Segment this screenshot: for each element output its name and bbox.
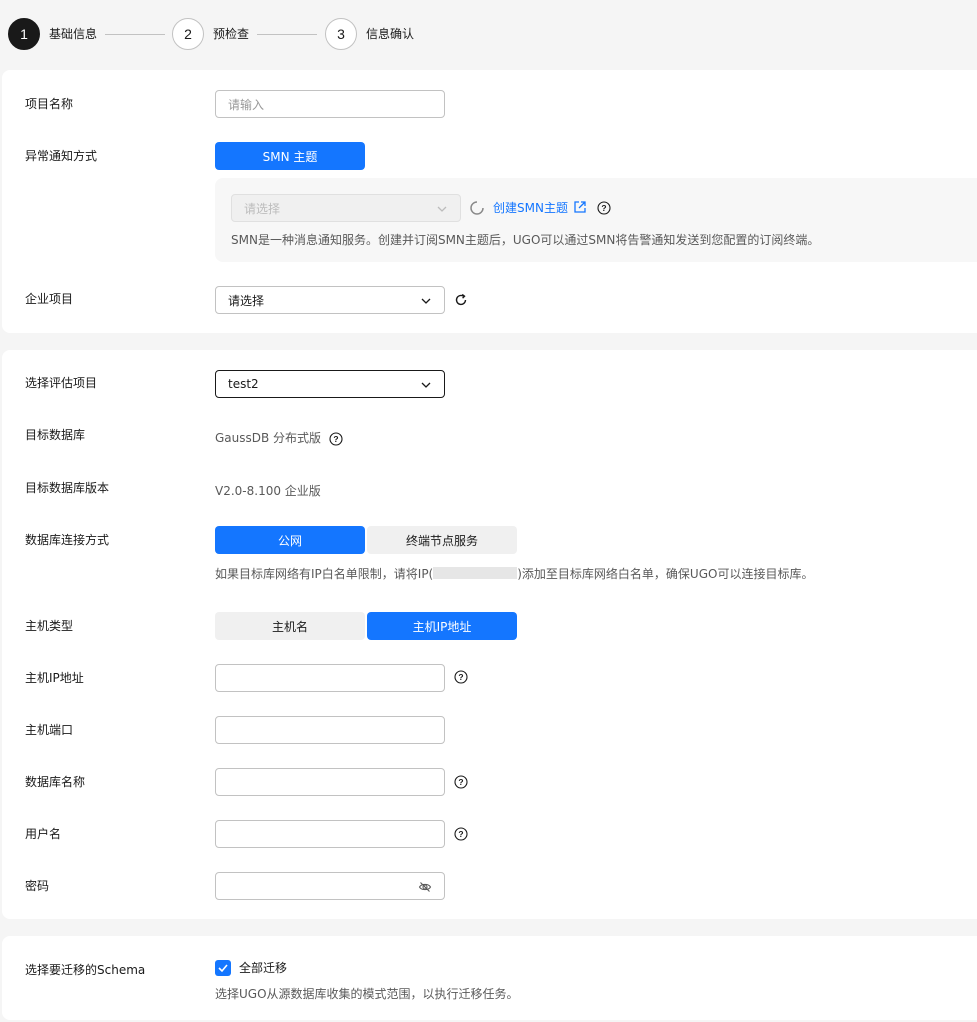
target-db-value: GaussDB 分布式版 (215, 431, 322, 445)
project-name-label: 项目名称 (25, 97, 74, 111)
target-db-version-value: V2.0-8.100 企业版 (215, 484, 321, 498)
refresh-icon[interactable] (454, 293, 468, 307)
host-port-label: 主机端口 (25, 723, 74, 737)
host-port-input[interactable] (215, 716, 445, 744)
help-icon[interactable]: ? (329, 432, 343, 446)
password-label: 密码 (25, 879, 50, 893)
host-ip-button[interactable]: 主机IP地址 (367, 612, 517, 640)
chevron-down-icon (437, 206, 447, 212)
smn-topic-button[interactable]: SMN 主题 (215, 142, 365, 170)
assess-project-label: 选择评估项目 (25, 376, 98, 390)
chevron-down-icon (421, 298, 431, 304)
host-ip-input[interactable] (215, 664, 445, 692)
connection-hint-prefix: 如果目标库网络有IP白名单限制，请将IP( (215, 567, 434, 581)
smn-panel: 请选择 创建SMN主题 ? SMN是一种消息通知服务。创建并订阅SMN主题后，U… (215, 178, 977, 262)
smn-topic-select[interactable]: 请选择 (231, 194, 461, 222)
step-2-circle: 2 (172, 18, 204, 50)
schema-card: 选择要迁移的Schema 全部迁移 选择UGO从源数据库收集的模式范围，以执行迁… (2, 936, 977, 1020)
help-icon[interactable]: ? (454, 775, 468, 789)
svg-text:?: ? (333, 434, 338, 444)
stepper: 1 基础信息 2 预检查 3 信息确认 (0, 0, 977, 68)
eye-off-icon[interactable] (418, 880, 432, 894)
migrate-all-label: 全部迁移 (239, 961, 288, 975)
create-smn-topic-link[interactable]: 创建SMN主题 (493, 200, 568, 216)
project-name-input[interactable]: 请输入 (215, 90, 445, 118)
step-3-number: 3 (337, 26, 345, 42)
host-name-button[interactable]: 主机名 (215, 612, 365, 640)
password-input[interactable] (215, 872, 445, 900)
smn-select-placeholder: 请选择 (244, 201, 281, 216)
step-2-label: 预检查 (213, 27, 250, 41)
step-1-number: 1 (20, 26, 28, 42)
svg-text:?: ? (458, 672, 463, 682)
svg-text:?: ? (458, 777, 463, 787)
step-1-circle: 1 (8, 18, 40, 50)
step-2-number: 2 (184, 26, 192, 42)
svg-text:?: ? (458, 829, 463, 839)
username-label: 用户名 (25, 827, 62, 841)
basic-info-card: 项目名称 请输入 异常通知方式 SMN 主题 请选择 创建SMN主题 ? SMN… (2, 70, 977, 333)
assess-project-value: test2 (228, 377, 259, 391)
notify-method-label: 异常通知方式 (25, 149, 98, 163)
connection-hint-suffix: )添加至目标库网络白名单，确保UGO可以连接目标库。 (517, 567, 814, 581)
step-3-circle: 3 (325, 18, 357, 50)
masked-ip (433, 567, 518, 579)
project-name-placeholder: 请输入 (228, 97, 265, 112)
schema-hint: 选择UGO从源数据库收集的模式范围，以执行迁移任务。 (215, 987, 519, 1001)
help-icon[interactable]: ? (454, 827, 468, 841)
smn-description: SMN是一种消息通知服务。创建并订阅SMN主题后，UGO可以通过SMN将告警通知… (231, 233, 820, 247)
help-icon[interactable]: ? (597, 201, 611, 215)
host-ip-label: 主机IP地址 (25, 671, 84, 685)
loading-spinner-icon (470, 201, 484, 215)
target-db-card: 选择评估项目 test2 目标数据库 GaussDB 分布式版 ? 目标数据库版… (2, 350, 977, 919)
target-db-version-label: 目标数据库版本 (25, 481, 110, 495)
connection-hint: 如果目标库网络有IP白名单限制，请将IP( )添加至目标库网络白名单，确保UGO可… (215, 566, 813, 582)
migrate-all-checkbox[interactable] (215, 960, 231, 976)
schema-label: 选择要迁移的Schema (25, 963, 146, 977)
db-name-label: 数据库名称 (25, 775, 86, 789)
assess-project-select[interactable]: test2 (215, 370, 445, 398)
db-name-input[interactable] (215, 768, 445, 796)
enterprise-project-label: 企业项目 (25, 292, 74, 306)
check-icon (218, 964, 228, 973)
help-icon[interactable]: ? (454, 670, 468, 684)
step-connector (105, 34, 165, 35)
username-input[interactable] (215, 820, 445, 848)
enterprise-project-value: 请选择 (228, 293, 265, 308)
db-connection-label: 数据库连接方式 (25, 533, 110, 547)
target-db-label: 目标数据库 (25, 428, 86, 442)
svg-text:?: ? (601, 203, 606, 213)
chevron-down-icon (421, 382, 431, 388)
step-3-label: 信息确认 (366, 27, 415, 41)
external-link-icon[interactable] (573, 200, 587, 214)
step-connector (257, 34, 317, 35)
step-1-label: 基础信息 (49, 27, 98, 41)
conn-public-button[interactable]: 公网 (215, 526, 365, 554)
enterprise-project-select[interactable]: 请选择 (215, 286, 445, 314)
conn-endpoint-button[interactable]: 终端节点服务 (367, 526, 517, 554)
host-type-label: 主机类型 (25, 619, 74, 633)
